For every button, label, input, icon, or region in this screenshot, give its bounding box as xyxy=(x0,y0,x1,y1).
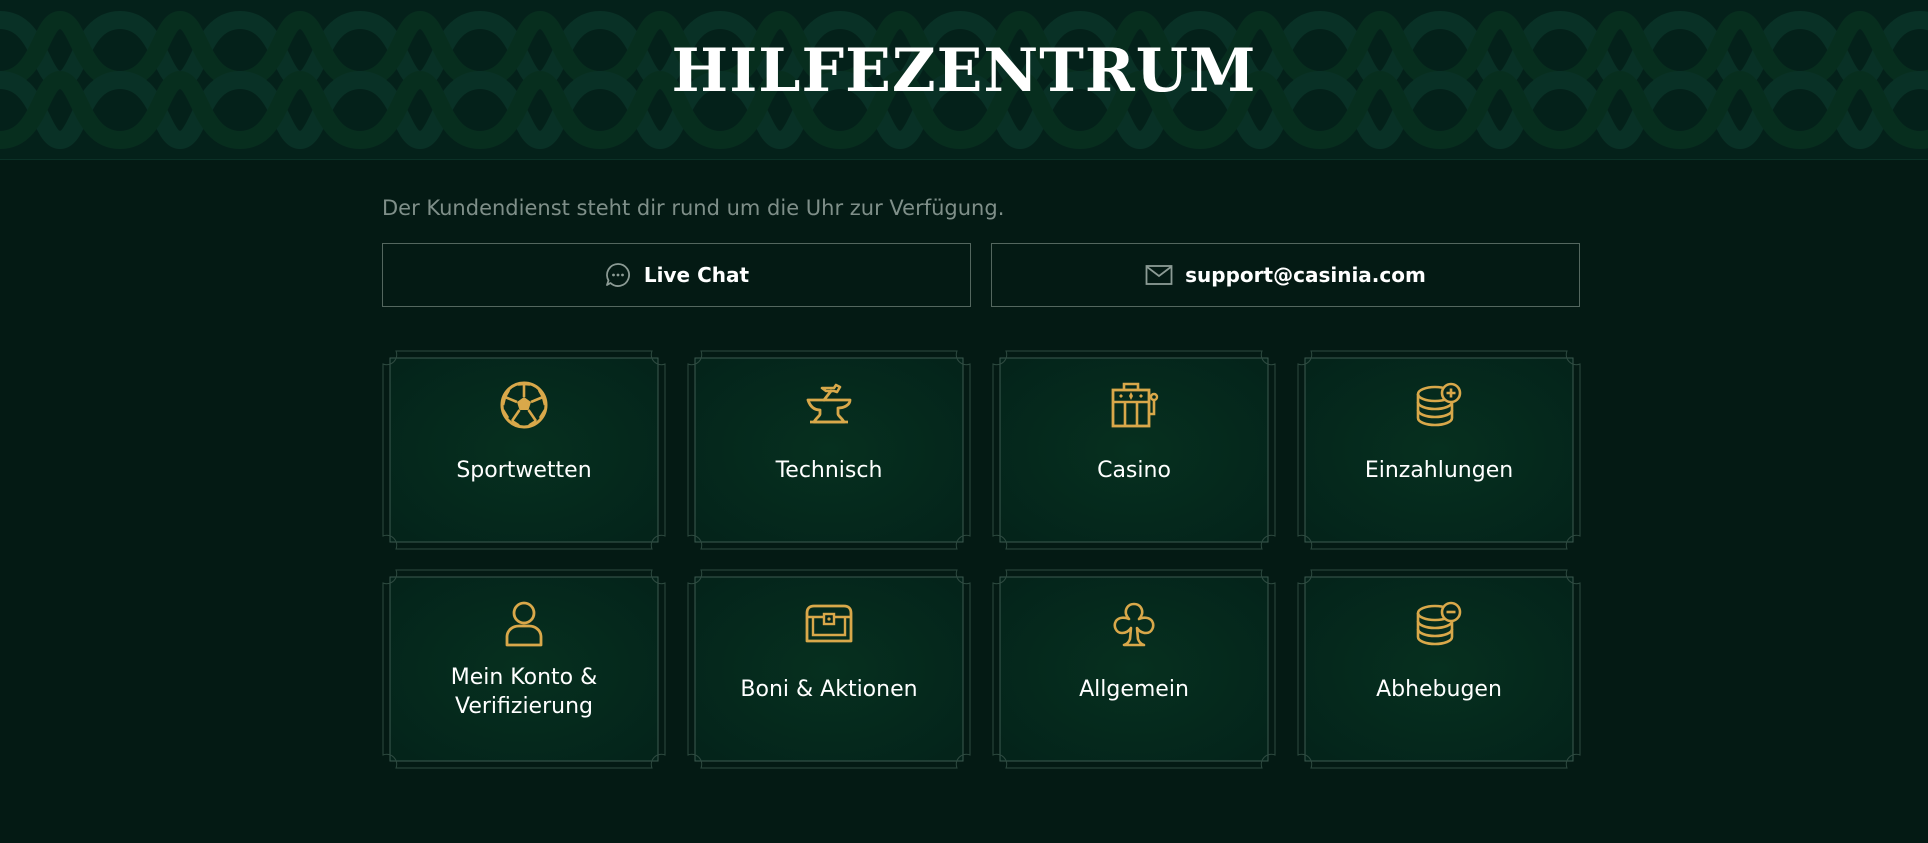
category-label: Allgemein xyxy=(1079,677,1189,702)
envelope-icon xyxy=(1145,261,1173,289)
category-label: Technisch xyxy=(775,458,883,483)
user-icon xyxy=(505,601,543,647)
category-card-boni-aktionen[interactable]: Boni & Aktionen xyxy=(687,569,971,769)
treasure-chest-icon xyxy=(805,604,853,643)
category-card-einzahlungen[interactable]: Einzahlungen xyxy=(1297,350,1581,550)
category-card-mein-konto[interactable]: Mein Konto & Verifizierung xyxy=(382,569,666,769)
category-label: Einzahlungen xyxy=(1364,458,1514,483)
category-label: Sportwetten xyxy=(456,458,592,483)
category-card-casino[interactable]: Casino xyxy=(992,350,1276,550)
category-label: Boni & Aktionen xyxy=(740,677,918,702)
email-label: support@casinia.com xyxy=(1185,263,1426,287)
page-title: HILFEZENTRUM xyxy=(671,36,1257,106)
intro-text: Der Kundendienst steht dir rund um die U… xyxy=(382,196,1005,220)
live-chat-button[interactable]: Live Chat xyxy=(382,243,971,307)
category-label: Casino xyxy=(1097,458,1171,483)
soccer-ball-icon xyxy=(500,381,548,429)
hero-divider xyxy=(0,159,1928,160)
email-support-button[interactable]: support@casinia.com xyxy=(991,243,1580,307)
hero-banner: HILFEZENTRUM xyxy=(0,0,1928,160)
live-chat-label: Live Chat xyxy=(643,263,750,287)
category-label: Abhebugen xyxy=(1376,677,1502,702)
category-card-abhebugen[interactable]: Abhebugen xyxy=(1297,569,1581,769)
category-card-sportwetten[interactable]: Sportwetten xyxy=(382,350,666,550)
category-card-allgemein[interactable]: Allgemein xyxy=(992,569,1276,769)
club-suit-icon xyxy=(1113,602,1155,647)
anvil-icon xyxy=(806,383,852,424)
coins-minus-icon xyxy=(1416,601,1462,646)
category-label-line1: Mein Konto & xyxy=(450,665,598,690)
coins-plus-icon xyxy=(1416,382,1462,427)
category-label-line2: Verifizierung xyxy=(455,694,593,719)
slot-machine-icon xyxy=(1111,382,1159,428)
chat-bubble-icon xyxy=(604,261,632,289)
category-card-technisch[interactable]: Technisch xyxy=(687,350,971,550)
